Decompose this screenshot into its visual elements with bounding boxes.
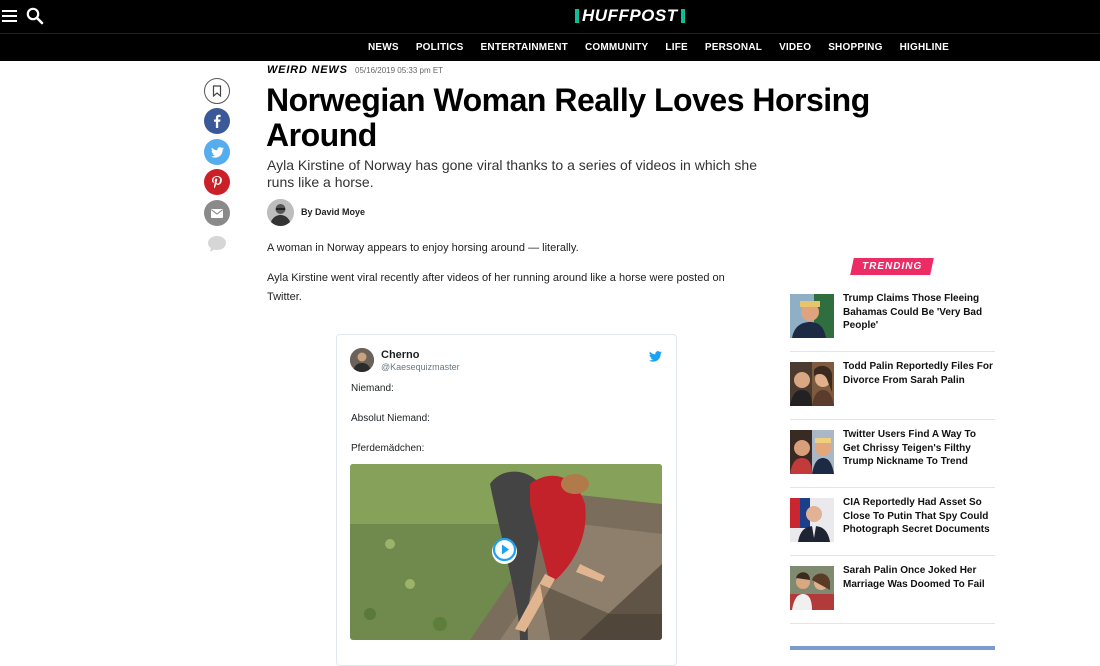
subheadline: Ayla Kirstine of Norway has gone viral t… <box>267 157 757 190</box>
twitter-bird-icon[interactable] <box>649 349 662 367</box>
email-share-button[interactable] <box>204 200 230 226</box>
play-button[interactable] <box>492 537 517 567</box>
tweet-embed: Cherno @Kaesequizmaster Niemand: Absolut… <box>336 334 677 666</box>
ad-banner-edge <box>790 646 995 650</box>
nav-politics[interactable]: POLITICS <box>416 42 464 53</box>
headline: Norwegian Woman Really Loves Horsing Aro… <box>266 82 870 153</box>
tweet-text-line: Niemand: <box>351 383 394 394</box>
trending-title[interactable]: Twitter Users Find A Way To Get Chrissy … <box>843 428 993 469</box>
nav-news[interactable]: NEWS <box>368 42 399 53</box>
comment-button[interactable] <box>206 233 228 255</box>
hamburger-icon[interactable] <box>2 10 17 22</box>
twitter-icon <box>210 146 224 158</box>
trending-title[interactable]: Sarah Palin Once Joked Her Marriage Was … <box>843 564 993 591</box>
trending-thumbnail <box>790 498 834 542</box>
bookmark-icon <box>212 85 222 97</box>
article-paragraph: Ayla Kirstine went viral recently after … <box>267 272 725 303</box>
trending-thumbnail <box>790 362 834 406</box>
play-icon <box>492 537 517 567</box>
trending-item[interactable]: Trump Claims Those Fleeing Bahamas Could… <box>790 292 995 352</box>
tweet-avatar[interactable] <box>350 348 374 372</box>
trending-thumbnail <box>790 566 834 610</box>
trending-item[interactable]: Sarah Palin Once Joked Her Marriage Was … <box>790 564 995 624</box>
tweet-text-line: Pferdemädchen: <box>351 443 425 454</box>
author-avatar[interactable] <box>267 199 294 226</box>
nav-personal[interactable]: PERSONAL <box>705 42 762 53</box>
section-nav: NEWS POLITICS ENTERTAINMENT COMMUNITY LI… <box>0 33 1100 61</box>
publish-date: 05/16/2019 05:33 pm ET <box>355 66 444 75</box>
trending-thumbnail <box>790 430 834 474</box>
nav-life[interactable]: LIFE <box>665 42 687 53</box>
pinterest-share-button[interactable] <box>204 169 230 195</box>
search-icon[interactable] <box>26 7 44 25</box>
facebook-share-button[interactable] <box>204 108 230 134</box>
trending-title[interactable]: Todd Palin Reportedly Files For Divorce … <box>843 360 993 387</box>
byline[interactable]: By David Moye <box>301 207 365 217</box>
email-icon <box>211 208 223 218</box>
top-bar: HUFFPOST <box>0 0 1100 33</box>
trending-title[interactable]: CIA Reportedly Had Asset So Close To Put… <box>843 496 993 537</box>
trending-badge: TRENDING <box>850 258 935 275</box>
nav-community[interactable]: COMMUNITY <box>585 42 648 53</box>
pinterest-icon <box>212 175 222 189</box>
trending-title[interactable]: Trump Claims Those Fleeing Bahamas Could… <box>843 292 993 333</box>
tweet-video[interactable] <box>350 464 662 640</box>
bookmark-button[interactable] <box>204 78 230 104</box>
twitter-share-button[interactable] <box>204 139 230 165</box>
trending-item[interactable]: Todd Palin Reportedly Files For Divorce … <box>790 360 995 420</box>
trending-thumbnail <box>790 294 834 338</box>
facebook-icon <box>213 114 221 128</box>
nav-shopping[interactable]: SHOPPING <box>828 42 882 53</box>
tweet-author-name[interactable]: Cherno <box>381 349 420 361</box>
nav-highline[interactable]: HIGHLINE <box>900 42 949 53</box>
huffpost-logo[interactable]: HUFFPOST <box>575 6 685 25</box>
section-label[interactable]: WEIRD NEWS <box>267 64 348 76</box>
comment-icon <box>207 235 227 253</box>
nav-video[interactable]: VIDEO <box>779 42 811 53</box>
nav-entertainment[interactable]: ENTERTAINMENT <box>481 42 568 53</box>
trending-item[interactable]: CIA Reportedly Had Asset So Close To Put… <box>790 496 995 556</box>
tweet-text-line: Absolut Niemand: <box>351 413 430 424</box>
trending-item[interactable]: Twitter Users Find A Way To Get Chrissy … <box>790 428 995 488</box>
tweet-author-handle[interactable]: @Kaesequizmaster <box>381 362 460 372</box>
article-paragraph: A woman in Norway appears to enjoy horsi… <box>267 242 579 254</box>
